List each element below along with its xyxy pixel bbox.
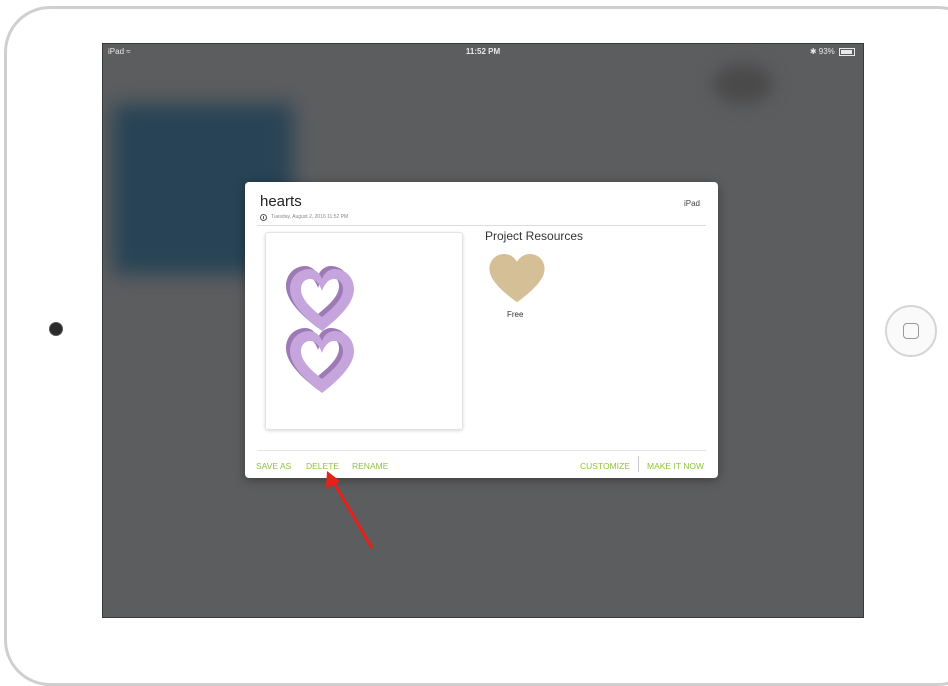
make-it-now-button[interactable]: MAKE IT NOW [647, 461, 704, 471]
home-button[interactable] [885, 305, 937, 357]
status-time: 11:52 PM [465, 47, 501, 56]
header-divider [257, 225, 706, 226]
project-title: hearts [260, 193, 302, 210]
blurred-avatar [713, 64, 773, 104]
home-button-icon [903, 323, 919, 339]
project-date: Tuesday, August 2, 2016 11:52 PM [271, 214, 349, 220]
heart-shape-top [286, 266, 354, 331]
footer-divider [257, 450, 706, 451]
preview-hearts-image [286, 266, 354, 393]
clock-icon [260, 214, 267, 221]
project-device: iPad [683, 199, 700, 208]
battery-percent: 93% [818, 47, 835, 56]
heart-shape-bottom [286, 328, 354, 393]
rename-button[interactable]: RENAME [352, 461, 388, 471]
project-dialog: hearts iPad Tuesday, August 2, 2016 11:5… [245, 182, 718, 478]
delete-button[interactable]: DELETE [306, 461, 339, 471]
camera-icon [49, 322, 63, 336]
battery-icon [839, 47, 855, 56]
status-bar: iPad ≈ 11:52 PM ✱ 93% [103, 44, 863, 58]
resource-price-label: Free [507, 310, 524, 319]
project-preview[interactable] [265, 232, 463, 430]
save-as-button[interactable]: SAVE AS [256, 461, 291, 471]
button-separator [638, 456, 639, 472]
customize-button[interactable]: CUSTOMIZE [580, 461, 630, 471]
project-resources-title: Project Resources [485, 229, 584, 243]
status-right: ✱ 93% [810, 47, 855, 56]
bluetooth-icon: ✱ [809, 47, 817, 56]
resource-heart-icon[interactable] [489, 254, 545, 304]
